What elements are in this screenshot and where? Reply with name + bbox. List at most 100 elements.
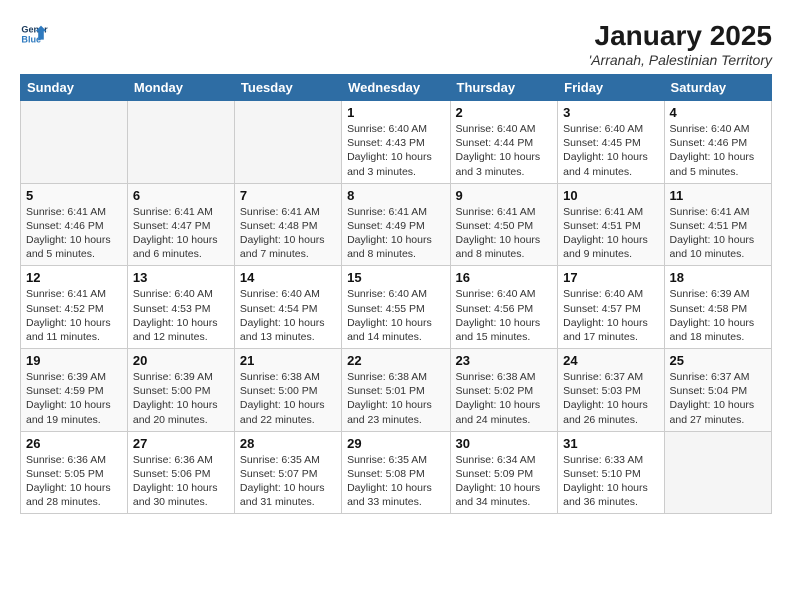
day-number: 28 bbox=[240, 436, 336, 451]
table-row: 23 Sunrise: 6:38 AM Sunset: 5:02 PM Dayli… bbox=[450, 349, 558, 432]
day-number: 1 bbox=[347, 105, 444, 120]
day-number: 20 bbox=[133, 353, 229, 368]
table-row bbox=[664, 431, 771, 514]
day-number: 27 bbox=[133, 436, 229, 451]
day-info: Sunrise: 6:41 AM Sunset: 4:50 PM Dayligh… bbox=[456, 205, 553, 262]
day-info: Sunrise: 6:34 AM Sunset: 5:09 PM Dayligh… bbox=[456, 453, 553, 510]
day-number: 23 bbox=[456, 353, 553, 368]
table-row: 10Sunrise: 6:41 AM Sunset: 4:51 PM Dayli… bbox=[558, 183, 664, 266]
table-row: 2 Sunrise: 6:40 AM Sunset: 4:44 PM Daylig… bbox=[450, 101, 558, 184]
table-row: 27 Sunrise: 6:36 AM Sunset: 5:06 PM Dayli… bbox=[127, 431, 234, 514]
day-number: 5 bbox=[26, 188, 122, 203]
day-info: Sunrise: 6:40 AM Sunset: 4:53 PM Dayligh… bbox=[133, 287, 229, 344]
table-row: 21 Sunrise: 6:38 AM Sunset: 5:00 PM Dayli… bbox=[234, 349, 341, 432]
day-number: 13 bbox=[133, 270, 229, 285]
day-info: Sunrise: 6:37 AM Sunset: 5:03 PM Dayligh… bbox=[563, 370, 658, 427]
day-info: Sunrise: 6:36 AM Sunset: 5:05 PM Dayligh… bbox=[26, 453, 122, 510]
day-info: Sunrise: 6:35 AM Sunset: 5:07 PM Dayligh… bbox=[240, 453, 336, 510]
table-row: 8 Sunrise: 6:41 AM Sunset: 4:49 PM Daylig… bbox=[342, 183, 450, 266]
col-wednesday: Wednesday bbox=[342, 75, 450, 101]
table-row: 29Sunrise: 6:35 AM Sunset: 5:08 PM Dayli… bbox=[342, 431, 450, 514]
day-info: Sunrise: 6:40 AM Sunset: 4:44 PM Dayligh… bbox=[456, 122, 553, 179]
col-friday: Friday bbox=[558, 75, 664, 101]
header: General Blue January 2025 'Arranah, Pale… bbox=[20, 20, 772, 68]
table-row: 15 Sunrise: 6:40 AM Sunset: 4:55 PM Dayli… bbox=[342, 266, 450, 349]
col-monday: Monday bbox=[127, 75, 234, 101]
table-row: 30 Sunrise: 6:34 AM Sunset: 5:09 PM Dayli… bbox=[450, 431, 558, 514]
col-sunday: Sunday bbox=[21, 75, 128, 101]
title-area: January 2025 'Arranah, Palestinian Terri… bbox=[589, 20, 772, 68]
day-number: 18 bbox=[670, 270, 766, 285]
location-subtitle: 'Arranah, Palestinian Territory bbox=[589, 52, 772, 68]
day-number: 3 bbox=[563, 105, 658, 120]
table-row: 4Sunrise: 6:40 AM Sunset: 4:46 PM Daylig… bbox=[664, 101, 771, 184]
day-number: 14 bbox=[240, 270, 336, 285]
table-row bbox=[21, 101, 128, 184]
table-row: 16Sunrise: 6:40 AM Sunset: 4:56 PM Dayli… bbox=[450, 266, 558, 349]
table-row: 11 Sunrise: 6:41 AM Sunset: 4:51 PM Dayli… bbox=[664, 183, 771, 266]
logo-icon: General Blue bbox=[20, 20, 48, 48]
day-number: 2 bbox=[456, 105, 553, 120]
day-info: Sunrise: 6:38 AM Sunset: 5:00 PM Dayligh… bbox=[240, 370, 336, 427]
day-number: 11 bbox=[670, 188, 766, 203]
day-number: 22 bbox=[347, 353, 444, 368]
table-row: 18 Sunrise: 6:39 AM Sunset: 4:58 PM Dayli… bbox=[664, 266, 771, 349]
calendar-header-row: Sunday Monday Tuesday Wednesday Thursday… bbox=[21, 75, 772, 101]
day-info: Sunrise: 6:41 AM Sunset: 4:51 PM Dayligh… bbox=[670, 205, 766, 262]
day-info: Sunrise: 6:41 AM Sunset: 4:48 PM Dayligh… bbox=[240, 205, 336, 262]
table-row: 25 Sunrise: 6:37 AM Sunset: 5:04 PM Dayli… bbox=[664, 349, 771, 432]
day-info: Sunrise: 6:41 AM Sunset: 4:51 PM Dayligh… bbox=[563, 205, 658, 262]
day-info: Sunrise: 6:40 AM Sunset: 4:55 PM Dayligh… bbox=[347, 287, 444, 344]
day-info: Sunrise: 6:38 AM Sunset: 5:02 PM Dayligh… bbox=[456, 370, 553, 427]
table-row: 13 Sunrise: 6:40 AM Sunset: 4:53 PM Dayli… bbox=[127, 266, 234, 349]
day-info: Sunrise: 6:36 AM Sunset: 5:06 PM Dayligh… bbox=[133, 453, 229, 510]
day-number: 25 bbox=[670, 353, 766, 368]
day-info: Sunrise: 6:33 AM Sunset: 5:10 PM Dayligh… bbox=[563, 453, 658, 510]
col-saturday: Saturday bbox=[664, 75, 771, 101]
table-row: 9 Sunrise: 6:41 AM Sunset: 4:50 PM Daylig… bbox=[450, 183, 558, 266]
day-number: 6 bbox=[133, 188, 229, 203]
day-info: Sunrise: 6:40 AM Sunset: 4:56 PM Dayligh… bbox=[456, 287, 553, 344]
table-row: 7 Sunrise: 6:41 AM Sunset: 4:48 PM Daylig… bbox=[234, 183, 341, 266]
table-row: 17 Sunrise: 6:40 AM Sunset: 4:57 PM Dayli… bbox=[558, 266, 664, 349]
day-info: Sunrise: 6:39 AM Sunset: 5:00 PM Dayligh… bbox=[133, 370, 229, 427]
day-number: 31 bbox=[563, 436, 658, 451]
day-number: 17 bbox=[563, 270, 658, 285]
table-row: 19 Sunrise: 6:39 AM Sunset: 4:59 PM Dayli… bbox=[21, 349, 128, 432]
day-number: 24 bbox=[563, 353, 658, 368]
table-row: 20 Sunrise: 6:39 AM Sunset: 5:00 PM Dayli… bbox=[127, 349, 234, 432]
day-info: Sunrise: 6:39 AM Sunset: 4:59 PM Dayligh… bbox=[26, 370, 122, 427]
table-row: 31 Sunrise: 6:33 AM Sunset: 5:10 PM Dayli… bbox=[558, 431, 664, 514]
table-row bbox=[127, 101, 234, 184]
day-info: Sunrise: 6:41 AM Sunset: 4:47 PM Dayligh… bbox=[133, 205, 229, 262]
col-tuesday: Tuesday bbox=[234, 75, 341, 101]
day-number: 8 bbox=[347, 188, 444, 203]
day-number: 26 bbox=[26, 436, 122, 451]
day-info: Sunrise: 6:40 AM Sunset: 4:57 PM Dayligh… bbox=[563, 287, 658, 344]
day-info: Sunrise: 6:41 AM Sunset: 4:49 PM Dayligh… bbox=[347, 205, 444, 262]
day-number: 21 bbox=[240, 353, 336, 368]
day-info: Sunrise: 6:38 AM Sunset: 5:01 PM Dayligh… bbox=[347, 370, 444, 427]
table-row: 1 Sunrise: 6:40 AM Sunset: 4:43 PM Daylig… bbox=[342, 101, 450, 184]
day-info: Sunrise: 6:35 AM Sunset: 5:08 PM Dayligh… bbox=[347, 453, 444, 510]
table-row: 22 Sunrise: 6:38 AM Sunset: 5:01 PM Dayli… bbox=[342, 349, 450, 432]
day-number: 15 bbox=[347, 270, 444, 285]
page: General Blue January 2025 'Arranah, Pale… bbox=[0, 0, 792, 534]
table-row: 26 Sunrise: 6:36 AM Sunset: 5:05 PM Dayli… bbox=[21, 431, 128, 514]
table-row: 3Sunrise: 6:40 AM Sunset: 4:45 PM Daylig… bbox=[558, 101, 664, 184]
table-row: 24 Sunrise: 6:37 AM Sunset: 5:03 PM Dayli… bbox=[558, 349, 664, 432]
month-title: January 2025 bbox=[589, 20, 772, 52]
table-row bbox=[234, 101, 341, 184]
table-row: 5Sunrise: 6:41 AM Sunset: 4:46 PM Daylig… bbox=[21, 183, 128, 266]
day-number: 4 bbox=[670, 105, 766, 120]
day-number: 30 bbox=[456, 436, 553, 451]
table-row: 28 Sunrise: 6:35 AM Sunset: 5:07 PM Dayli… bbox=[234, 431, 341, 514]
day-number: 9 bbox=[456, 188, 553, 203]
day-info: Sunrise: 6:39 AM Sunset: 4:58 PM Dayligh… bbox=[670, 287, 766, 344]
svg-text:Blue: Blue bbox=[21, 34, 41, 44]
day-info: Sunrise: 6:37 AM Sunset: 5:04 PM Dayligh… bbox=[670, 370, 766, 427]
day-number: 19 bbox=[26, 353, 122, 368]
logo: General Blue bbox=[20, 20, 48, 48]
day-number: 7 bbox=[240, 188, 336, 203]
day-info: Sunrise: 6:40 AM Sunset: 4:43 PM Dayligh… bbox=[347, 122, 444, 179]
